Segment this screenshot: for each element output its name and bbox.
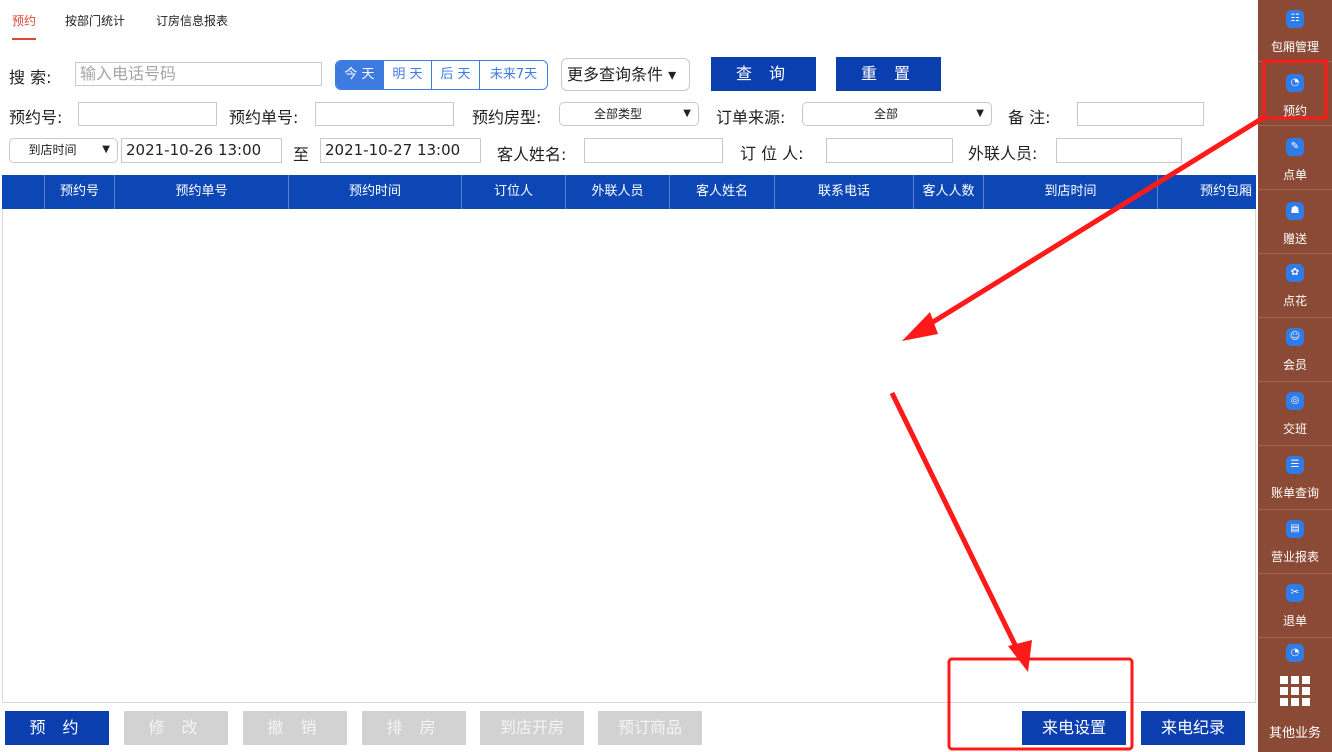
sidebar-item-label: 点花 (1282, 294, 1307, 308)
booking-page: 预约 按部门统计 订房信息报表 搜 索: 输入电话号码 今 天 明 天 后 天 … (0, 0, 1258, 752)
refund-icon: ✂ (1286, 584, 1304, 602)
column-header[interactable]: 预约单号 (115, 175, 289, 209)
tomorrow-button[interactable]: 明 天 (384, 61, 432, 89)
sidebar-item-booking[interactable]: ◔ 预约 (1258, 64, 1332, 126)
booker-label: 订 位 人: (740, 144, 804, 163)
guest-name-label: 客人姓名: (497, 145, 567, 164)
column-header[interactable]: 客人姓名 (670, 175, 775, 209)
sidebar-item-gift[interactable]: ☗ 赠送 (1258, 192, 1332, 254)
sidebar-item-more[interactable]: ◔ (1258, 640, 1332, 668)
day-after-tomorrow-button[interactable]: 后 天 (432, 61, 480, 89)
column-header[interactable]: 到店时间 (984, 175, 1158, 209)
sidebar-item-label: 账单查询 (1270, 486, 1319, 500)
grid-list-icon: ☷ (1286, 10, 1304, 28)
booking-order-no-input[interactable] (315, 102, 454, 126)
more-conditions-dropdown[interactable]: 更多查询条件 ▾ (561, 58, 690, 91)
liaison-label: 外联人员: (968, 144, 1038, 163)
column-header[interactable]: 订位人 (462, 175, 566, 209)
book-button[interactable]: 预 约 (5, 711, 109, 745)
time-type-select[interactable]: 到店时间 ▼ (9, 138, 118, 163)
open-room-button[interactable]: 到店开房 (480, 711, 584, 745)
column-header[interactable]: 联系电话 (775, 175, 914, 209)
room-type-select[interactable]: 全部类型 ▼ (559, 102, 699, 126)
flower-icon: ✿ (1286, 264, 1304, 282)
query-button[interactable]: 查 询 (711, 57, 816, 91)
liaison-input[interactable] (1056, 138, 1182, 163)
dropdown-arrow-icon: ▼ (976, 108, 984, 119)
call-settings-button[interactable]: 来电设置 (1022, 711, 1126, 745)
active-tab-indicator (12, 38, 36, 40)
gift-icon: ☗ (1286, 202, 1304, 220)
revoke-button[interactable]: 撤 销 (243, 711, 347, 745)
remark-input[interactable] (1077, 102, 1204, 126)
booking-table-body[interactable] (2, 175, 1256, 703)
column-header[interactable]: 预约号 (45, 175, 115, 209)
sidebar-item-other-business[interactable]: 其他业务 (1258, 670, 1332, 752)
row-select-column (2, 175, 45, 209)
sidebar-item-label: 包厢管理 (1270, 40, 1319, 54)
booker-input[interactable] (826, 138, 953, 163)
next-7-days-button[interactable]: 未来7天 (480, 61, 547, 89)
sidebar-item-label: 赠送 (1282, 232, 1307, 246)
sidebar-item-label: 退单 (1282, 614, 1307, 628)
sidebar-item-order[interactable]: ✎ 点单 (1258, 128, 1332, 190)
column-header[interactable]: 客人人数 (914, 175, 984, 209)
top-tabs: 预约 按部门统计 订房信息报表 (0, 0, 1258, 42)
sidebar-item-room-management[interactable]: ☷ 包厢管理 (1258, 0, 1332, 62)
sidebar-item-label: 预约 (1282, 104, 1307, 118)
booking-no-label: 预约号: (9, 108, 63, 127)
tab-department-stats[interactable]: 按部门统计 (65, 12, 125, 29)
call-log-button[interactable]: 来电纪录 (1141, 711, 1245, 745)
edit-button[interactable]: 修 改 (124, 711, 228, 745)
column-header[interactable]: 预约时间 (289, 175, 462, 209)
sidebar-item-report[interactable]: ▤ 营业报表 (1258, 512, 1332, 574)
column-header[interactable]: 预约包厢 (1158, 175, 1256, 209)
right-sidebar: ☷ 包厢管理 ◔ 预约 ✎ 点单 ☗ 赠送 ✿ 点花 ☺ 会员 ◎ 交班 ☰ 账… (1258, 0, 1332, 752)
apps-grid-icon (1280, 676, 1310, 706)
column-header[interactable]: 外联人员 (566, 175, 670, 209)
arrange-room-button[interactable]: 排 房 (362, 711, 466, 745)
tab-room-report[interactable]: 订房信息报表 (156, 12, 228, 29)
sidebar-item-bill-search[interactable]: ☰ 账单查询 (1258, 448, 1332, 510)
sidebar-item-flower[interactable]: ✿ 点花 (1258, 256, 1332, 318)
day-filter-group: 今 天 明 天 后 天 未来7天 (335, 60, 548, 90)
more-feature-icon: ◔ (1286, 644, 1304, 662)
phone-search-input[interactable]: 输入电话号码 (75, 62, 322, 86)
preorder-goods-button[interactable]: 预订商品 (598, 711, 702, 745)
sidebar-item-label: 点单 (1282, 168, 1307, 182)
report-icon: ▤ (1286, 520, 1304, 538)
guest-name-input[interactable] (584, 138, 723, 163)
order-source-value: 全部 (873, 107, 898, 121)
sidebar-item-refund[interactable]: ✂ 退单 (1258, 576, 1332, 638)
time-type-value: 到店时间 (28, 143, 77, 157)
sidebar-item-label: 营业报表 (1270, 550, 1319, 564)
today-button[interactable]: 今 天 (336, 61, 384, 89)
booking-table-header: 预约号 预约单号 预约时间 订位人 外联人员 客人姓名 联系电话 客人人数 到店… (2, 175, 1256, 209)
bill-search-icon: ☰ (1286, 456, 1304, 474)
search-label: 搜 索: (9, 68, 52, 87)
shift-icon: ◎ (1286, 392, 1304, 410)
dropdown-arrow-icon: ▼ (102, 144, 110, 155)
booking-order-no-label: 预约单号: (229, 108, 299, 127)
order-source-label: 订单来源: (716, 108, 786, 127)
order-icon: ✎ (1286, 138, 1304, 156)
sidebar-item-label: 会员 (1282, 358, 1307, 372)
to-label: 至 (293, 145, 310, 164)
end-time-input[interactable]: 2021-10-27 13:00 (320, 138, 481, 163)
member-icon: ☺ (1286, 328, 1304, 346)
tab-booking[interactable]: 预约 (12, 12, 36, 29)
booking-icon: ◔ (1286, 74, 1304, 92)
reset-button[interactable]: 重 置 (836, 57, 941, 91)
room-type-label: 预约房型: (472, 108, 542, 127)
sidebar-item-label: 交班 (1282, 422, 1307, 436)
order-source-select[interactable]: 全部 ▼ (802, 102, 992, 126)
remark-label: 备 注: (1008, 108, 1051, 127)
dropdown-arrow-icon: ▼ (683, 108, 691, 119)
sidebar-item-shift[interactable]: ◎ 交班 (1258, 384, 1332, 446)
room-type-value: 全部类型 (593, 107, 642, 121)
sidebar-item-label: 其他业务 (1268, 726, 1321, 741)
booking-no-input[interactable] (78, 102, 217, 126)
sidebar-item-member[interactable]: ☺ 会员 (1258, 320, 1332, 382)
start-time-input[interactable]: 2021-10-26 13:00 (121, 138, 282, 163)
